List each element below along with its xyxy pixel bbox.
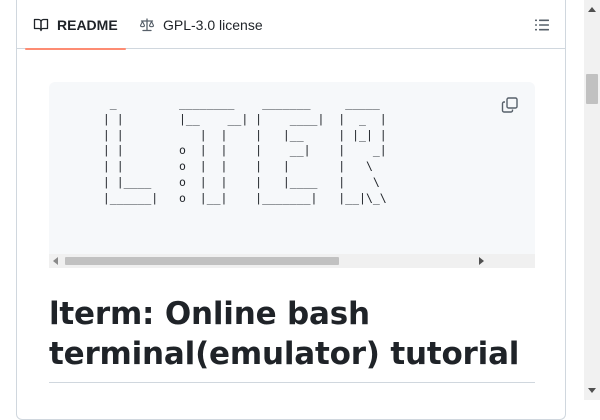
code-block: _ ________ _______ _____ | | |__ __| | _…	[49, 82, 535, 268]
horizontal-scrollbar[interactable]	[49, 254, 535, 268]
ascii-art-logo: _ ________ _______ _____ | | |__ __| | _…	[102, 96, 387, 205]
book-icon	[33, 17, 49, 33]
readme-tab-bar: README GPL-3.0 license	[17, 0, 565, 50]
scroll-left-arrow-icon[interactable]	[53, 257, 58, 265]
scroll-down-arrow-icon[interactable]	[588, 388, 596, 393]
copy-icon	[501, 97, 519, 118]
readme-card: README GPL-3.0 license _ ________ ______…	[16, 0, 566, 420]
tab-readme[interactable]: README	[25, 0, 126, 50]
copy-button[interactable]	[501, 96, 519, 114]
list-unordered-icon	[533, 19, 551, 38]
readme-content: _ ________ _______ _____ | | |__ __| | _…	[49, 82, 535, 383]
outline-menu-button[interactable]	[533, 16, 551, 34]
tab-readme-label: README	[57, 16, 118, 33]
scale-icon	[139, 17, 155, 33]
scroll-right-arrow-icon[interactable]	[479, 257, 484, 265]
vertical-scrollbar[interactable]	[584, 0, 600, 400]
tab-license[interactable]: GPL-3.0 license	[135, 0, 267, 49]
scroll-up-arrow-icon[interactable]	[588, 7, 596, 12]
article-heading: lterm: Online bash terminal(emulator) tu…	[49, 268, 535, 383]
horizontal-scroll-thumb[interactable]	[65, 257, 339, 265]
vertical-scroll-thumb[interactable]	[586, 74, 598, 104]
tab-license-label: GPL-3.0 license	[163, 16, 263, 33]
